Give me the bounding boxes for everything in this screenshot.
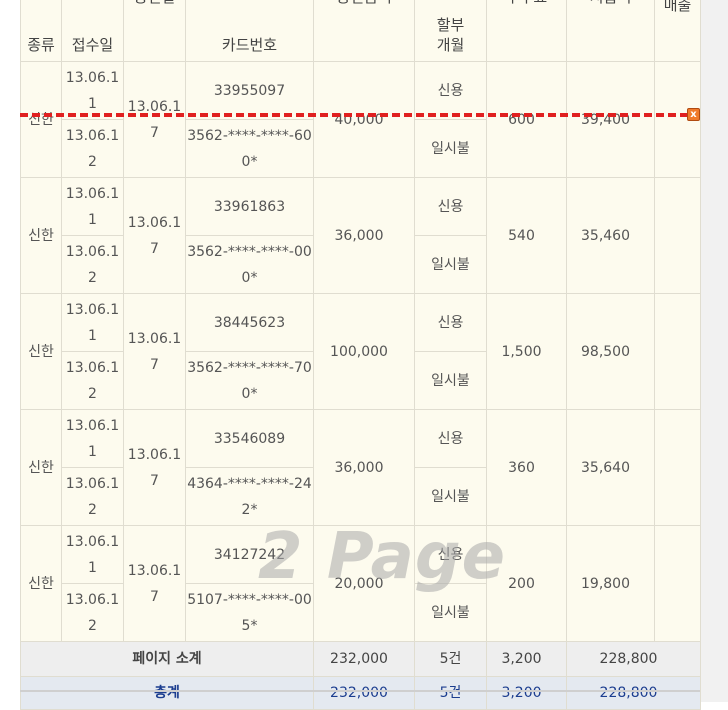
card-issuer: 신한 <box>20 293 62 410</box>
deposit-date: 13.06.12 <box>61 119 124 178</box>
deposit-date: 13.06.12 <box>61 351 124 410</box>
deposit-amount: 19,800 <box>566 525 655 642</box>
total-fee: 3,200 <box>486 676 567 710</box>
approval-number: 33546089 <box>185 409 314 468</box>
scrollbar-track[interactable] <box>700 0 728 702</box>
approval-number: 33955097 <box>185 61 314 120</box>
card-issuer: 신한 <box>20 409 62 526</box>
deposit-amount: 35,640 <box>566 409 655 526</box>
header-sales: 매출 <box>654 0 701 62</box>
table-header-row: 종류 접수일 승인일 카드번호 승인금액 할부 개월 수수료 지급액 매출 <box>20 0 701 62</box>
deposit-amount: 39,400 <box>566 61 655 178</box>
card-number: 3562-****-****-700* <box>185 351 314 410</box>
sales-cell <box>654 177 701 294</box>
header-card-number: 카드번호 <box>185 0 314 62</box>
receipt-date: 13.06.11 <box>61 61 124 120</box>
card-issuer: 신한 <box>20 525 62 642</box>
deposit-date: 13.06.12 <box>61 583 124 642</box>
card-issuer: 신한 <box>20 177 62 294</box>
approval-date: 13.06.17 <box>123 409 186 526</box>
header-type: 종류 <box>20 0 62 62</box>
card-kind: 신용 <box>414 525 487 584</box>
approved-amount: 20,000 <box>313 525 415 642</box>
card-number: 3562-****-****-600* <box>185 119 314 178</box>
card-kind: 신용 <box>414 409 487 468</box>
header-receipt-date: 접수일 <box>61 0 124 62</box>
record-row-top: 신한 13.06.11 13.06.17 34127242 20,000 신용 200 19,… <box>20 525 701 642</box>
card-sales-table: 종류 접수일 승인일 카드번호 승인금액 할부 개월 수수료 지급액 매출 신한… <box>20 0 701 710</box>
sales-cell <box>654 293 701 410</box>
approved-amount: 36,000 <box>313 409 415 526</box>
sales-cell <box>654 409 701 526</box>
approval-date: 13.06.17 <box>123 293 186 410</box>
deposit-date: 13.06.12 <box>61 235 124 294</box>
subtotal-deposit: 228,800 <box>566 641 701 677</box>
card-number: 3562-****-****-000* <box>185 235 314 294</box>
card-issuer: 신한 <box>20 61 62 178</box>
header-approved-amount: 승인금액 <box>313 0 415 62</box>
total-amount: 232,000 <box>313 676 415 710</box>
record-row-top: 신한 13.06.11 13.06.17 33961863 36,000 신용 540 35,… <box>20 177 701 294</box>
approved-amount: 40,000 <box>313 61 415 178</box>
deposit-amount: 35,460 <box>566 177 655 294</box>
header-fee: 수수료 <box>486 0 567 62</box>
page-subtotal-row: 페이지 소계 232,000 5건 3,200 228,800 <box>20 641 701 677</box>
record-row-top: 신한 13.06.11 13.06.17 33955097 40,000 신용 600 39,… <box>20 61 701 178</box>
approval-number: 38445623 <box>185 293 314 352</box>
record-row-top: 신한 13.06.11 13.06.17 38445623 100,000 신용 1,500… <box>20 293 701 410</box>
approval-date: 13.06.17 <box>123 61 186 178</box>
deposit-date: 13.06.12 <box>61 467 124 526</box>
receipt-date: 13.06.11 <box>61 293 124 352</box>
card-kind: 신용 <box>414 61 487 120</box>
table-bottom-border <box>20 690 700 692</box>
total-label: 총계 <box>20 676 314 710</box>
receipt-date: 13.06.11 <box>61 177 124 236</box>
approved-amount: 36,000 <box>313 177 415 294</box>
card-kind: 신용 <box>414 293 487 352</box>
installment-type: 일시불 <box>414 351 487 410</box>
receipt-date: 13.06.11 <box>61 525 124 584</box>
header-approval-date: 승인일 <box>123 0 186 62</box>
deposit-amount: 98,500 <box>566 293 655 410</box>
approval-number: 33961863 <box>185 177 314 236</box>
grand-total-row: 총계 232,000 5건 3,200 228,800 <box>20 676 701 710</box>
subtotal-count: 5건 <box>414 641 487 677</box>
receipt-date: 13.06.11 <box>61 409 124 468</box>
header-deposit: 지급액 <box>566 0 655 62</box>
installment-type: 일시불 <box>414 235 487 294</box>
subtotal-amount: 232,000 <box>313 641 415 677</box>
fee: 600 <box>486 61 567 178</box>
total-deposit: 228,800 <box>566 676 701 710</box>
approval-number: 34127242 <box>185 525 314 584</box>
sales-cell <box>654 525 701 642</box>
card-kind: 신용 <box>414 177 487 236</box>
installment-type: 일시불 <box>414 583 487 642</box>
card-number: 5107-****-****-005* <box>185 583 314 642</box>
card-number: 4364-****-****-242* <box>185 467 314 526</box>
header-installment: 할부 개월 <box>414 0 487 62</box>
installment-type: 일시불 <box>414 119 487 178</box>
subtotal-label: 페이지 소계 <box>20 641 314 677</box>
approval-date: 13.06.17 <box>123 525 186 642</box>
installment-type: 일시불 <box>414 467 487 526</box>
page-break-line[interactable] <box>20 113 688 117</box>
fee: 540 <box>486 177 567 294</box>
fee: 1,500 <box>486 293 567 410</box>
subtotal-fee: 3,200 <box>486 641 567 677</box>
fee: 200 <box>486 525 567 642</box>
approval-date: 13.06.17 <box>123 177 186 294</box>
record-row-top: 신한 13.06.11 13.06.17 33546089 36,000 신용 360 35,… <box>20 409 701 526</box>
approved-amount: 100,000 <box>313 293 415 410</box>
total-count: 5건 <box>414 676 487 710</box>
page-break-remove-icon[interactable]: x <box>687 108 700 121</box>
fee: 360 <box>486 409 567 526</box>
